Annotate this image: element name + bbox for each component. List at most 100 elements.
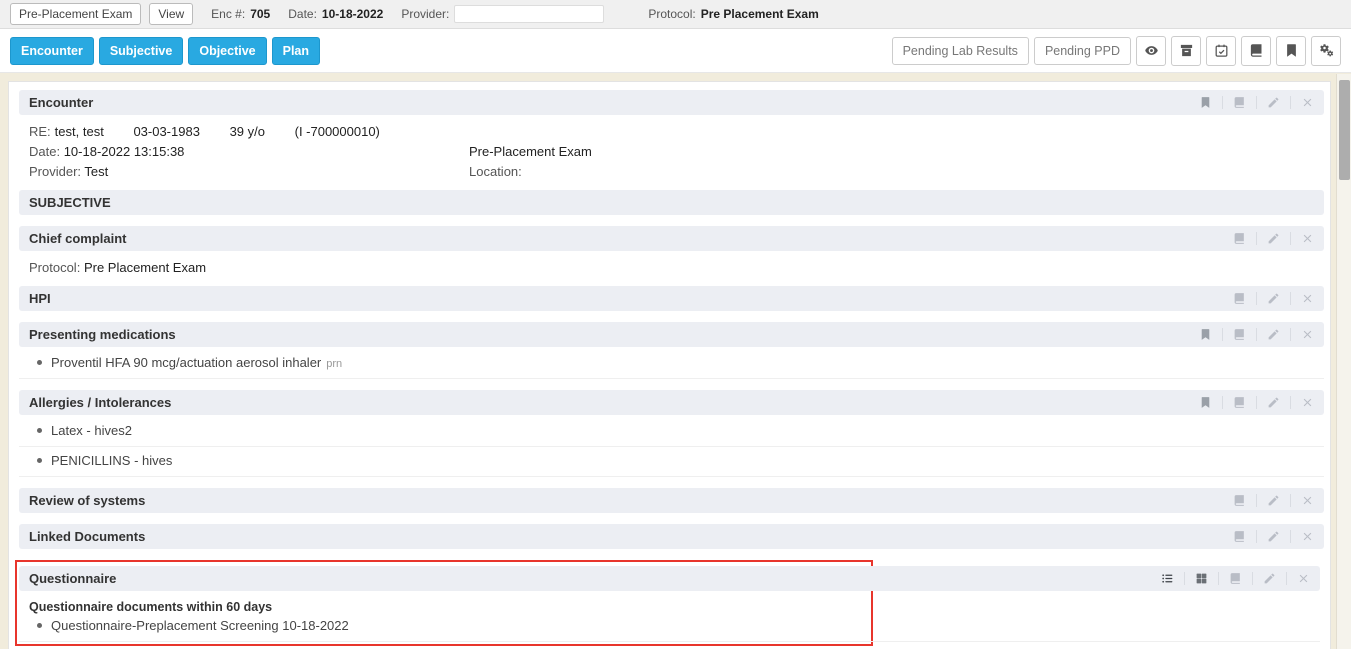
subjective-nav-button[interactable]: Subjective [99, 37, 184, 65]
encounter-date-line: Date: 10-18-2022 13:15:38 [29, 144, 469, 159]
patient-age: 39 y/o [230, 124, 265, 139]
close-icon[interactable] [1290, 96, 1324, 109]
enc-label: Enc #: [211, 7, 245, 21]
questionnaire-title: Questionnaire [29, 571, 116, 586]
bookmark-icon[interactable] [1188, 396, 1222, 409]
medication-list: Proventil HFA 90 mcg/actuation aerosol i… [19, 349, 1324, 379]
bullet-dot [37, 360, 42, 365]
book-icon[interactable] [1222, 396, 1256, 409]
calendar-check-icon[interactable] [1206, 36, 1236, 66]
encounter-note-panel: Encounter RE:test, test 03-03-1983 39 y/… [8, 81, 1331, 649]
review-of-systems-section: Review of systems [19, 488, 1324, 513]
patient-id: (I -700000010) [295, 124, 380, 139]
linked-documents-title: Linked Documents [29, 529, 145, 544]
pending-lab-results-button[interactable]: Pending Lab Results [892, 37, 1029, 65]
enc-date: Date: 10-18-2022 [288, 7, 383, 21]
review-of-systems-header: Review of systems [19, 488, 1324, 513]
allergies-section: Allergies / Intolerances Latex - hives2 … [19, 390, 1324, 477]
grid-view-icon[interactable] [1184, 572, 1218, 585]
pencil-icon[interactable] [1252, 572, 1286, 585]
pencil-icon[interactable] [1256, 292, 1290, 305]
medications-header: Presenting medications [19, 322, 1324, 347]
close-icon[interactable] [1290, 328, 1324, 341]
close-icon[interactable] [1290, 232, 1324, 245]
encounter-context-bar: Pre-Placement Exam View Enc #: 705 Date:… [0, 0, 1351, 29]
medication-frequency: prn [326, 358, 342, 370]
book-icon[interactable] [1222, 494, 1256, 507]
questionnaire-subtitle: Questionnaire documents within 60 days [19, 591, 1320, 614]
subjective-title: SUBJECTIVE [29, 195, 111, 210]
hpi-section: HPI [19, 286, 1324, 311]
pencil-icon[interactable] [1256, 494, 1290, 507]
allergy-text: Latex - hives2 [51, 423, 132, 438]
bookmark-icon[interactable] [1276, 36, 1306, 66]
provider-label: Provider: [401, 7, 449, 21]
exam-tab-button[interactable]: Pre-Placement Exam [10, 3, 141, 25]
bookmark-icon[interactable] [1188, 96, 1222, 109]
book-icon[interactable] [1222, 96, 1256, 109]
linked-documents-header: Linked Documents [19, 524, 1324, 549]
chief-complaint-section: Chief complaint Protocol: Pre Placement … [19, 226, 1324, 275]
location-label: Location: [469, 164, 522, 179]
protocol-group: Protocol: Pre Placement Exam [648, 7, 818, 21]
exam-type: Pre-Placement Exam [469, 144, 1320, 159]
pencil-icon[interactable] [1256, 396, 1290, 409]
encounter-nav-button[interactable]: Encounter [10, 37, 94, 65]
provider-value: Test [84, 164, 108, 179]
view-button[interactable]: View [149, 3, 193, 25]
archive-icon[interactable] [1171, 36, 1201, 66]
provider-field-group: Provider: [401, 5, 604, 23]
plan-nav-button[interactable]: Plan [272, 37, 320, 65]
patient-dob: 03-03-1983 [133, 124, 200, 139]
provider-line: Provider: Test [29, 164, 469, 179]
patient-name: test, test [55, 124, 104, 139]
encounter-section: Encounter RE:test, test 03-03-1983 39 y/… [19, 90, 1324, 179]
date-label: Date: [29, 144, 60, 159]
questionnaire-section: Questionnaire Questionnaire documents wi… [19, 566, 1320, 642]
patient-line: RE:test, test 03-03-1983 39 y/o (I -7000… [29, 124, 1320, 139]
close-icon[interactable] [1290, 530, 1324, 543]
close-icon[interactable] [1290, 494, 1324, 507]
pencil-icon[interactable] [1256, 96, 1290, 109]
close-icon[interactable] [1290, 396, 1324, 409]
pencil-icon[interactable] [1256, 232, 1290, 245]
book-icon[interactable] [1222, 328, 1256, 341]
location-line: Location: [469, 164, 1320, 179]
questionnaire-document-name: Questionnaire-Preplacement Screening 10-… [51, 618, 349, 633]
bullet-dot [37, 623, 42, 628]
close-icon[interactable] [1290, 292, 1324, 305]
gears-icon[interactable] [1311, 36, 1341, 66]
date-value: 10-18-2022 [322, 7, 383, 21]
pencil-icon[interactable] [1256, 530, 1290, 543]
allergy-text: PENICILLINS - hives [51, 453, 172, 468]
allergy-item: Latex - hives2 [19, 417, 1324, 447]
chief-complaint-title: Chief complaint [29, 231, 127, 246]
encounter-section-header: Encounter [19, 90, 1324, 115]
pencil-icon[interactable] [1256, 328, 1290, 341]
hpi-title: HPI [29, 291, 51, 306]
subjective-header: SUBJECTIVE [19, 190, 1324, 215]
book-icon[interactable] [1218, 572, 1252, 585]
pending-ppd-button[interactable]: Pending PPD [1034, 37, 1131, 65]
medications-section: Presenting medications Proventil HFA 90 … [19, 322, 1324, 379]
scrollbar-thumb[interactable] [1339, 80, 1350, 180]
allergies-title: Allergies / Intolerances [29, 395, 171, 410]
book-icon[interactable] [1222, 530, 1256, 543]
chief-complaint-body: Protocol: Pre Placement Exam [19, 251, 1324, 275]
book-icon[interactable] [1241, 36, 1271, 66]
book-icon[interactable] [1222, 292, 1256, 305]
eye-icon[interactable] [1136, 36, 1166, 66]
protocol-value: Pre Placement Exam [701, 7, 819, 21]
questionnaire-header: Questionnaire [19, 566, 1320, 591]
objective-nav-button[interactable]: Objective [188, 37, 266, 65]
provider-label: Provider: [29, 164, 81, 179]
hpi-header: HPI [19, 286, 1324, 311]
provider-input[interactable] [454, 5, 604, 23]
bookmark-icon[interactable] [1188, 328, 1222, 341]
vertical-scrollbar[interactable] [1336, 74, 1351, 649]
list-view-icon[interactable] [1150, 572, 1184, 585]
book-icon[interactable] [1222, 232, 1256, 245]
questionnaire-document-item[interactable]: Questionnaire-Preplacement Screening 10-… [19, 614, 1320, 642]
section-nav-toolbar: Encounter Subjective Objective Plan Pend… [0, 29, 1351, 73]
close-icon[interactable] [1286, 572, 1320, 585]
